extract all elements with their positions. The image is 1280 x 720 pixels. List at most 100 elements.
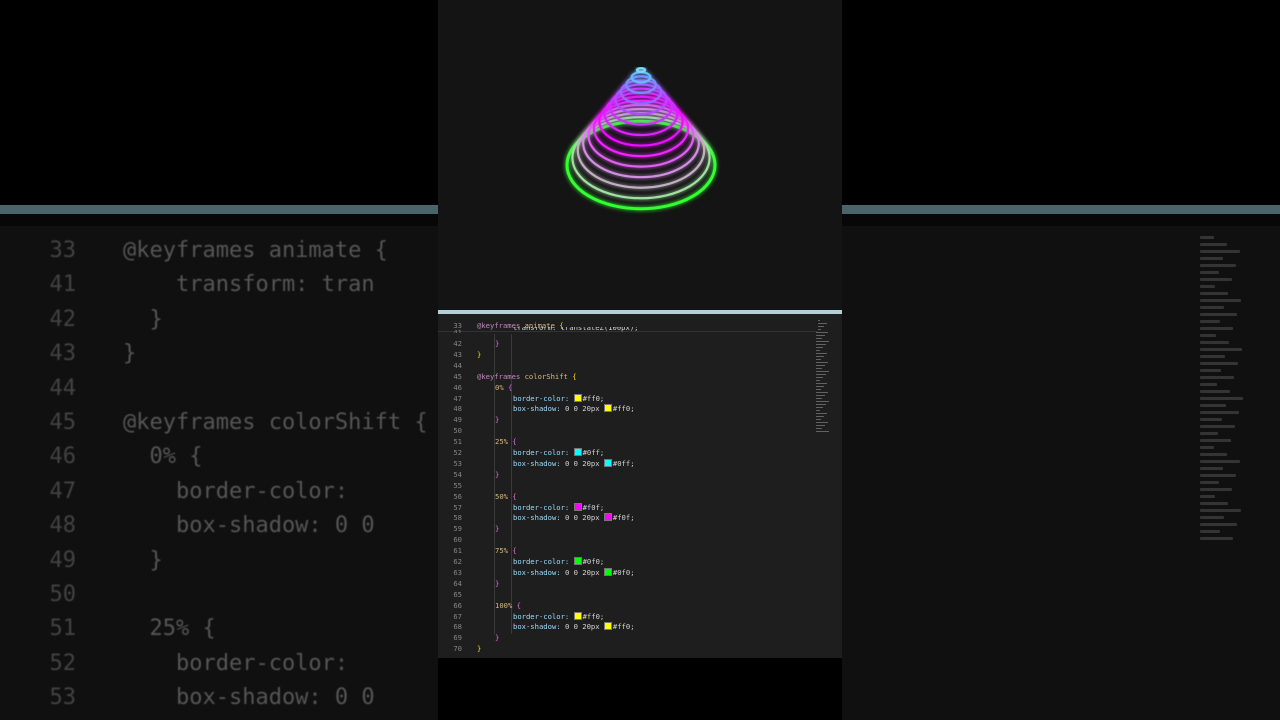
code-line[interactable]: 50	[438, 425, 818, 436]
css-property: border-color:	[513, 557, 570, 566]
background-minimap-line	[1200, 285, 1215, 288]
background-minimap-line	[1200, 278, 1232, 281]
background-minimap-line	[1200, 257, 1223, 260]
background-minimap-line	[1200, 383, 1217, 386]
code-line[interactable]: 64}	[438, 578, 818, 589]
background-code-line: 50	[0, 578, 123, 612]
background-minimap-line	[1200, 432, 1218, 435]
line-number: 43	[453, 349, 462, 359]
line-number: 56	[453, 491, 462, 501]
color-swatch	[573, 393, 582, 402]
color-swatch	[573, 448, 582, 456]
code-line[interactable]: 65	[438, 589, 818, 600]
line-number: 65	[453, 589, 462, 599]
code-line[interactable]: 44	[438, 360, 818, 371]
background-line-text: 0% {	[123, 444, 203, 470]
color-swatch	[603, 458, 612, 467]
code-line[interactable]: 66 100% {	[438, 600, 818, 611]
line-number: 61	[453, 546, 462, 556]
line-content: }	[477, 349, 481, 360]
code-line[interactable]: 49}	[438, 414, 818, 425]
editor-minimap[interactable]	[816, 318, 830, 438]
code-line[interactable]: 42}	[438, 338, 818, 349]
code-line[interactable]: 69}	[438, 632, 818, 643]
code-line-partial[interactable]: 41 transform: translateZ(100px);	[438, 327, 818, 333]
line-content: 75% {	[495, 545, 517, 556]
background-code-line: 52 border-color:	[0, 647, 361, 681]
code-line[interactable]: 63 box-shadow: 0 0 20px #0f0;	[438, 567, 818, 578]
line-content: }	[477, 643, 481, 654]
line-number: 67	[453, 611, 462, 621]
line-content: box-shadow: 0 0 20px #ff0;	[513, 403, 635, 414]
code-text: }	[495, 578, 500, 588]
code-line[interactable]: 58 box-shadow: 0 0 20px #f0f;	[438, 512, 818, 523]
animation-preview	[438, 0, 842, 310]
line-content: }	[495, 632, 499, 643]
shadow-offsets: 0 0 20px	[564, 513, 600, 523]
background-line-text: box-shadow: 0 0	[123, 685, 375, 711]
color-swatch	[573, 611, 582, 620]
color-swatch	[603, 513, 612, 522]
code-line[interactable]: 52 border-color: #0ff;	[438, 447, 818, 458]
background-line-number: 54	[0, 716, 77, 720]
code-line[interactable]: 48 box-shadow: 0 0 20px #ff0;	[438, 403, 818, 414]
background-minimap-line	[1200, 467, 1223, 470]
code-line[interactable]: 51 25% {	[438, 436, 818, 447]
background-line-number: 33	[49, 238, 77, 263]
code-line[interactable]: 47 border-color: #ff0;	[438, 393, 818, 404]
shadow-offsets: 0 0 20px	[564, 567, 600, 577]
line-content: border-color: #f0f;	[513, 502, 604, 513]
line-number: 45	[453, 371, 462, 381]
color-swatch	[573, 557, 582, 565]
code-line[interactable]: 59}	[438, 523, 818, 534]
code-text: }	[495, 633, 500, 643]
background-minimap-line	[1200, 313, 1237, 316]
background-code-line: 45 @keyframes colorShift {	[0, 406, 428, 440]
background-code-line: 33 @keyframes animate {	[0, 234, 388, 268]
background-line-number: 45	[49, 410, 77, 435]
background-code-line: 44	[0, 372, 123, 406]
line-number: 66	[453, 600, 462, 610]
background-line-text: }	[123, 306, 163, 332]
open-brace: {	[512, 437, 517, 447]
css-property: border-color:	[513, 611, 570, 621]
code-line[interactable]: 45 @keyframes colorShift {	[438, 371, 818, 382]
code-line[interactable]: 55	[438, 480, 818, 491]
line-content: 25% {	[495, 436, 517, 447]
background-minimap-line	[1200, 418, 1222, 421]
color-value: #0f0;	[612, 567, 635, 577]
line-number: 52	[453, 448, 462, 457]
background-line-number: 44	[49, 375, 77, 401]
shadow-offsets: 0 0 20px	[564, 404, 600, 414]
code-line[interactable]: 56 50% {	[438, 491, 818, 502]
line-content: 50% {	[495, 491, 517, 502]
background-minimap-line	[1200, 537, 1233, 540]
code-line[interactable]: 54}	[438, 469, 818, 480]
background-code-line: 51 25% {	[0, 612, 216, 646]
background-line-text: border-color:	[123, 650, 362, 676]
code-line[interactable]: 43}	[438, 349, 818, 360]
code-line[interactable]: 62 border-color: #0f0;	[438, 556, 818, 567]
background-minimap-line	[1200, 243, 1227, 246]
code-line[interactable]: 61 75% {	[438, 545, 818, 556]
code-editor[interactable]: 33 @keyframes animate {41 transform: trans…	[438, 314, 842, 658]
background-code-line: 48 box-shadow: 0 0	[0, 509, 375, 543]
code-text: }	[495, 524, 500, 534]
code-line[interactable]: 67 border-color: #ff0;	[438, 611, 818, 622]
line-number: 47	[453, 393, 462, 403]
code-line[interactable]: 46 0% {	[438, 382, 818, 393]
code-line[interactable]: 57 border-color: #f0f;	[438, 502, 818, 513]
background-minimap-line	[1200, 530, 1220, 533]
background-code-line: 53 box-shadow: 0 0	[0, 681, 375, 715]
open-brace: {	[512, 546, 517, 556]
background-code-line: 49 }	[0, 544, 163, 578]
line-number: 48	[453, 404, 462, 414]
code-line[interactable]: 68 box-shadow: 0 0 20px #ff0;	[438, 621, 818, 632]
background-minimap-line	[1200, 341, 1229, 344]
color-value: #ff0;	[612, 622, 635, 632]
css-property: border-color:	[513, 393, 570, 403]
line-number: 44	[453, 360, 462, 370]
code-line[interactable]: 70}	[438, 643, 818, 654]
code-line[interactable]: 53 box-shadow: 0 0 20px #0ff;	[438, 458, 818, 469]
code-line[interactable]: 60	[438, 534, 818, 545]
